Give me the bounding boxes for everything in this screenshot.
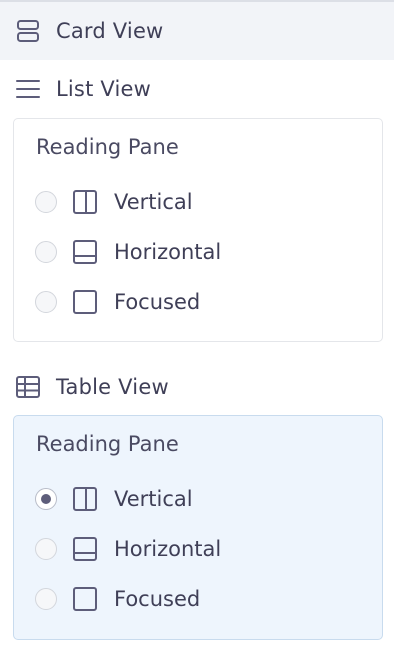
view-settings-panel: Card View List View Reading Pane Vertica…: [0, 0, 394, 652]
table-pane-horizontal-radio[interactable]: [35, 538, 57, 560]
list-pane-vertical-label: Vertical: [114, 190, 193, 214]
list-view-option[interactable]: List View: [0, 60, 394, 118]
list-pane-horizontal-option[interactable]: Horizontal: [14, 232, 382, 272]
list-pane-horizontal-label: Horizontal: [114, 240, 222, 264]
table-reading-pane-group: Reading Pane Vertical Horizontal Focused: [13, 415, 383, 640]
list-reading-pane-group: Reading Pane Vertical Horizontal Focused: [13, 118, 383, 342]
list-view-label: List View: [56, 77, 152, 101]
vertical-pane-icon: [72, 486, 98, 512]
table-view-option[interactable]: Table View: [0, 358, 394, 416]
horizontal-pane-icon: [72, 536, 98, 562]
card-view-icon: [15, 18, 41, 44]
table-pane-focused-label: Focused: [114, 587, 201, 611]
table-pane-horizontal-option[interactable]: Horizontal: [14, 529, 382, 569]
list-pane-horizontal-radio[interactable]: [35, 241, 57, 263]
list-pane-focused-label: Focused: [114, 290, 201, 314]
focused-pane-icon: [72, 586, 98, 612]
table-view-label: Table View: [56, 375, 169, 399]
table-pane-horizontal-label: Horizontal: [114, 537, 222, 561]
horizontal-pane-icon: [72, 239, 98, 265]
card-view-option[interactable]: Card View: [0, 2, 394, 60]
table-pane-vertical-option[interactable]: Vertical: [14, 479, 382, 519]
list-pane-vertical-radio[interactable]: [35, 191, 57, 213]
vertical-pane-icon: [72, 189, 98, 215]
table-pane-vertical-label: Vertical: [114, 487, 193, 511]
list-pane-focused-option[interactable]: Focused: [14, 282, 382, 322]
table-pane-focused-option[interactable]: Focused: [14, 579, 382, 619]
table-pane-focused-radio[interactable]: [35, 588, 57, 610]
reading-pane-title: Reading Pane: [36, 135, 179, 159]
list-view-icon: [15, 76, 41, 102]
table-view-icon: [15, 374, 41, 400]
list-pane-vertical-option[interactable]: Vertical: [14, 182, 382, 222]
table-pane-vertical-radio[interactable]: [35, 488, 57, 510]
reading-pane-title: Reading Pane: [36, 432, 179, 456]
list-pane-focused-radio[interactable]: [35, 291, 57, 313]
focused-pane-icon: [72, 289, 98, 315]
card-view-label: Card View: [56, 19, 164, 43]
